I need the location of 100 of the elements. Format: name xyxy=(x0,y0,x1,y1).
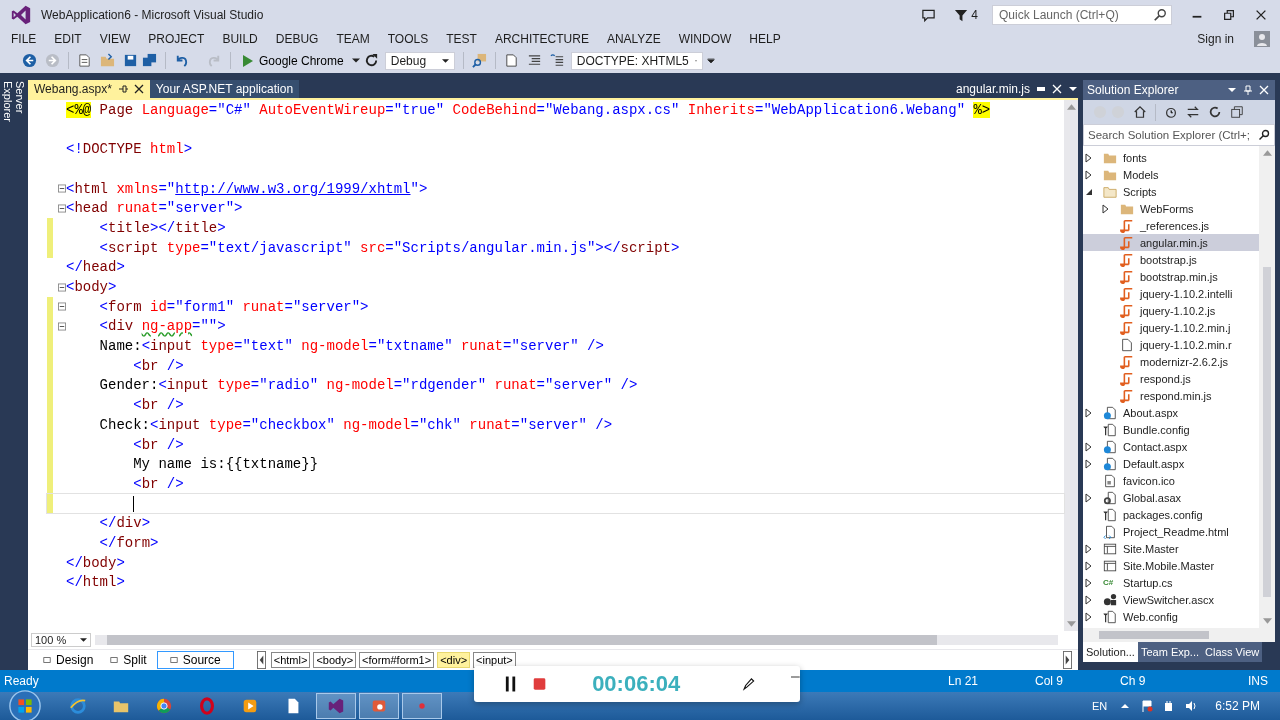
pen-icon[interactable] xyxy=(742,675,756,693)
tree-item[interactable]: C# Startup.cs xyxy=(1083,574,1259,591)
server-explorer-tab[interactable]: Server Explorer xyxy=(2,81,26,155)
breadcrumb-item[interactable]: <form#form1> xyxy=(359,652,435,668)
menu-item[interactable]: TEAM xyxy=(327,32,379,46)
view-tab[interactable]: Source xyxy=(156,651,234,669)
pin-icon[interactable] xyxy=(117,84,128,94)
menu-item[interactable]: HELP xyxy=(740,32,790,46)
tree-item[interactable]: packages.config xyxy=(1083,506,1259,523)
search-icon[interactable] xyxy=(1258,129,1270,141)
tree-item[interactable]: respond.js xyxy=(1083,370,1259,387)
menu-item[interactable]: ARCHITECTURE xyxy=(485,32,598,46)
tree-item[interactable]: jquery-1.10.2.js xyxy=(1083,302,1259,319)
avatar-icon[interactable] xyxy=(1254,31,1270,47)
find-icon[interactable] xyxy=(471,53,487,68)
tree-item[interactable]: bootstrap.js xyxy=(1083,251,1259,268)
pause-icon[interactable] xyxy=(504,675,518,693)
tree-item[interactable]: fonts xyxy=(1083,149,1259,166)
close-icon[interactable] xyxy=(133,84,144,94)
menu-item[interactable]: TOOLS xyxy=(378,32,438,46)
panel-tab[interactable]: Solution... xyxy=(1083,642,1138,662)
tree-item[interactable]: Scripts xyxy=(1083,183,1259,200)
feedback-icon[interactable] xyxy=(921,7,937,23)
start-button[interactable] xyxy=(8,689,42,720)
refresh-icon[interactable] xyxy=(363,53,379,68)
tree-item[interactable]: Default.aspx xyxy=(1083,455,1259,472)
save-all-icon[interactable] xyxy=(142,53,157,68)
quick-launch-field[interactable]: Quick Launch (Ctrl+Q) xyxy=(992,5,1172,25)
tree-item[interactable]: jquery-1.10.2.intelli xyxy=(1083,285,1259,302)
expand-arrow-icon[interactable] xyxy=(1085,543,1093,554)
configuration-dropdown[interactable]: Debug xyxy=(384,51,455,70)
scroll-left-icon[interactable] xyxy=(256,651,266,669)
tree-item[interactable]: Global.asax xyxy=(1083,489,1259,506)
tree-item[interactable]: Site.Mobile.Master xyxy=(1083,557,1259,574)
run-button[interactable]: Google Chrome xyxy=(239,53,348,68)
tree-item[interactable]: _references.js xyxy=(1083,217,1259,234)
format-icon[interactable] xyxy=(526,53,542,68)
close-icon[interactable] xyxy=(1254,8,1268,22)
tree-item[interactable]: respond.min.js xyxy=(1083,387,1259,404)
clock[interactable]: 6:52 PM xyxy=(1215,699,1260,713)
collapse-icon[interactable] xyxy=(58,321,66,331)
collapse-all-icon[interactable] xyxy=(1230,105,1244,119)
stop-icon[interactable] xyxy=(533,675,547,693)
tree-item[interactable]: jquery-1.10.2.min.r xyxy=(1083,336,1259,353)
document-tab[interactable]: Webang.aspx* xyxy=(28,80,150,98)
tree-item[interactable]: Bundle.config xyxy=(1083,421,1259,438)
expand-arrow-icon[interactable] xyxy=(1102,203,1110,214)
tree-item[interactable]: Models xyxy=(1083,166,1259,183)
expand-arrow-icon[interactable] xyxy=(1085,492,1093,503)
new-item-icon[interactable] xyxy=(77,53,92,68)
menu-item[interactable]: WINDOW xyxy=(669,32,741,46)
tree-item[interactable]: Web.config xyxy=(1083,608,1259,625)
breadcrumb-item[interactable]: <html> xyxy=(270,652,311,668)
restore-icon[interactable] xyxy=(1222,8,1236,22)
refresh-icon[interactable] xyxy=(1208,105,1222,119)
tree-item[interactable]: WebForms xyxy=(1083,200,1259,217)
collapse-icon[interactable] xyxy=(58,302,66,312)
preview-tab[interactable]: angular.min.js xyxy=(955,82,1030,96)
expand-arrow-icon[interactable] xyxy=(1085,577,1093,588)
overflow-icon[interactable] xyxy=(706,58,715,63)
scroll-right-icon[interactable] xyxy=(1063,651,1072,669)
document-tab[interactable]: Your ASP.NET application xyxy=(149,80,300,98)
tree-item[interactable]: Site.Master xyxy=(1083,540,1259,557)
tree-item[interactable]: About.aspx xyxy=(1083,404,1259,421)
panel-tab[interactable]: Team Exp... xyxy=(1137,642,1202,662)
tree-item[interactable]: Project_Readme.html xyxy=(1083,523,1259,540)
comment-icon[interactable] xyxy=(549,53,565,68)
sync-icon[interactable] xyxy=(1186,105,1200,119)
breadcrumb-item[interactable]: <body> xyxy=(313,652,357,668)
history-icon[interactable] xyxy=(1164,105,1178,119)
flag-icon[interactable] xyxy=(1141,700,1154,712)
zoom-dropdown[interactable]: 100 % xyxy=(31,633,91,647)
menu-item[interactable]: DEBUG xyxy=(266,32,328,46)
expand-arrow-icon[interactable] xyxy=(1085,152,1093,163)
tree-item[interactable]: angular.min.js xyxy=(1083,234,1259,251)
promote-icon[interactable] xyxy=(1036,84,1046,94)
page-icon[interactable] xyxy=(503,53,519,68)
collapse-icon[interactable] xyxy=(58,282,66,292)
tree-item[interactable]: ViewSwitcher.ascx xyxy=(1083,591,1259,608)
doctype-dropdown[interactable]: DOCTYPE: XHTML5 xyxy=(570,51,703,70)
sign-in-link[interactable]: Sign in xyxy=(1197,32,1234,46)
horizontal-scrollbar[interactable] xyxy=(95,635,1058,645)
menu-item[interactable]: BUILD xyxy=(213,32,267,46)
speaker-icon[interactable] xyxy=(1185,700,1198,712)
expand-arrow-icon[interactable] xyxy=(1085,560,1093,571)
expand-arrow-icon[interactable] xyxy=(1085,594,1093,605)
horizontal-scrollbar[interactable] xyxy=(1083,628,1275,642)
save-icon[interactable] xyxy=(123,53,138,68)
tree-item[interactable]: bootstrap.min.js xyxy=(1083,268,1259,285)
collapse-icon[interactable] xyxy=(58,184,66,194)
tree-item[interactable]: modernizr-2.6.2.js xyxy=(1083,353,1259,370)
view-tab[interactable]: Design xyxy=(36,651,101,669)
tree-item[interactable]: jquery-1.10.2.min.j xyxy=(1083,319,1259,336)
search-field[interactable]: Search Solution Explorer (Ctrl+; xyxy=(1083,124,1275,146)
taskbar-app[interactable] xyxy=(316,693,356,719)
filter-icon[interactable] xyxy=(954,7,970,23)
language-indicator[interactable]: EN xyxy=(1092,700,1108,712)
expand-arrow-icon[interactable] xyxy=(1085,611,1093,622)
tree-item[interactable]: Contact.aspx xyxy=(1083,438,1259,455)
tree-item[interactable]: favicon.ico xyxy=(1083,472,1259,489)
